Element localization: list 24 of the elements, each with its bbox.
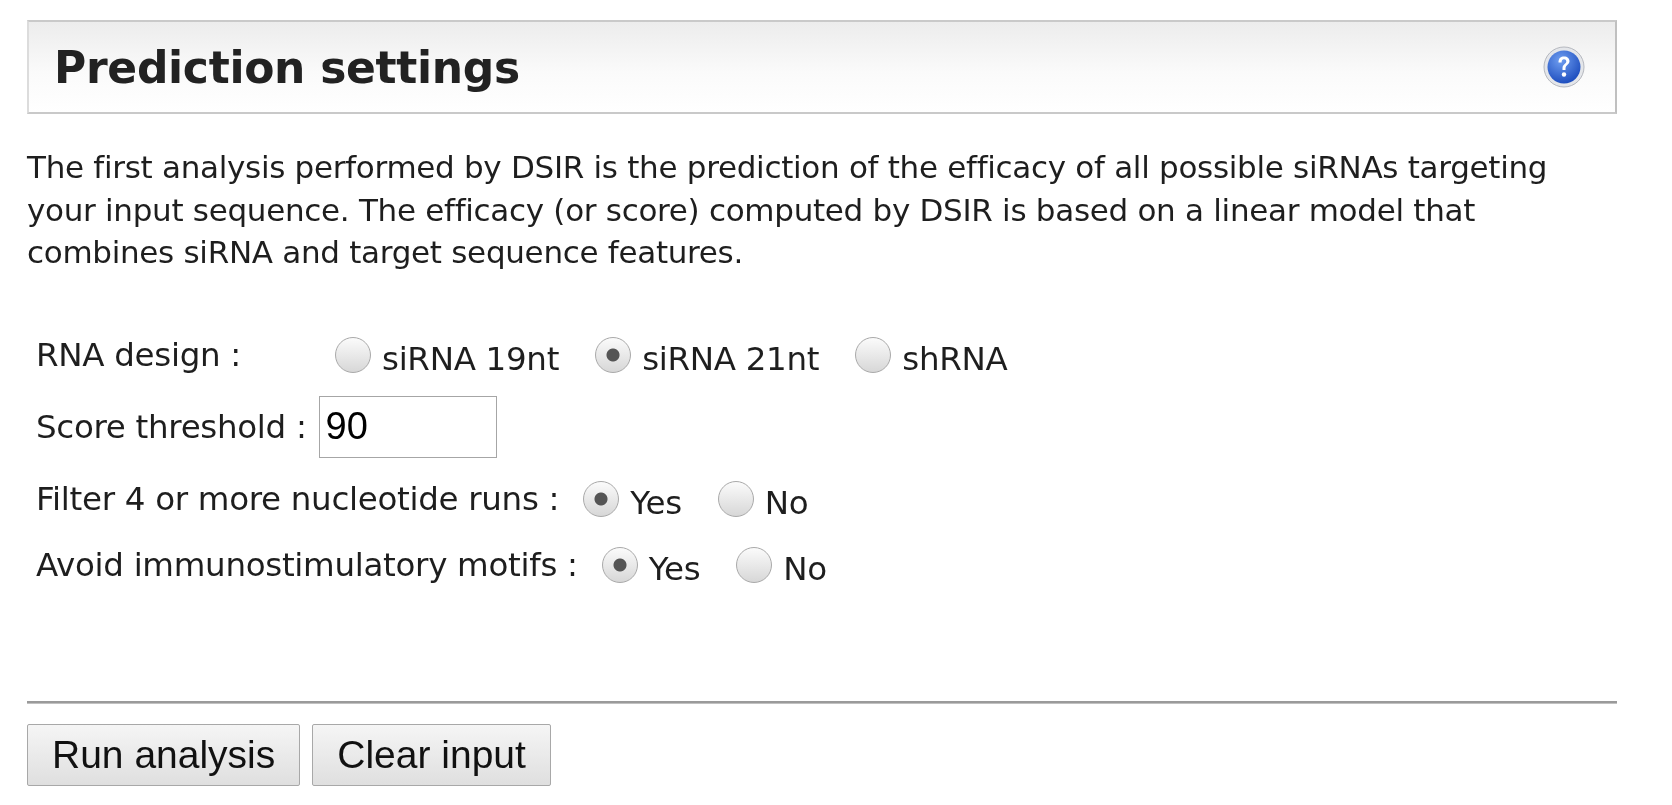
radio-button[interactable]	[736, 546, 773, 583]
radio-label: Yes	[630, 483, 682, 522]
score-input[interactable]: 90	[318, 395, 497, 458]
description-text: The first analysis performed by DSIR is the prediction of the efficacy of all possible siRNAs targeting your input sequence. The efficacy (or score) computed by DSIR is based on a linear model that combines siRNA and target sequence features.	[27, 148, 1549, 273]
radio-label: No	[764, 483, 809, 522]
radio-label: siRNA 19nt	[382, 339, 560, 378]
radio-button[interactable]	[335, 336, 371, 373]
radio-button[interactable]	[595, 336, 632, 373]
run-button[interactable]: Run analysis	[27, 723, 301, 786]
setting-label: Avoid immunostimulatory motifs :	[36, 545, 578, 584]
panel-title: Prediction settings	[54, 41, 520, 93]
clear-button[interactable]: Clear input	[312, 723, 551, 786]
help-icon[interactable]	[1543, 46, 1585, 88]
radio-button[interactable]	[601, 546, 638, 583]
radio-label: siRNA 21nt	[642, 339, 820, 378]
radio-label: No	[783, 549, 827, 588]
setting-label: Filter 4 or more nucleotide runs :	[36, 479, 560, 518]
setting-label: Score threshold :	[36, 407, 307, 446]
radio-label: shRNA	[902, 339, 1008, 378]
setting-label: RNA design :	[36, 335, 242, 374]
radio-button[interactable]	[717, 480, 754, 517]
radio-button[interactable]	[583, 480, 620, 517]
radio-button[interactable]	[855, 336, 892, 373]
radio-label: Yes	[648, 549, 701, 588]
